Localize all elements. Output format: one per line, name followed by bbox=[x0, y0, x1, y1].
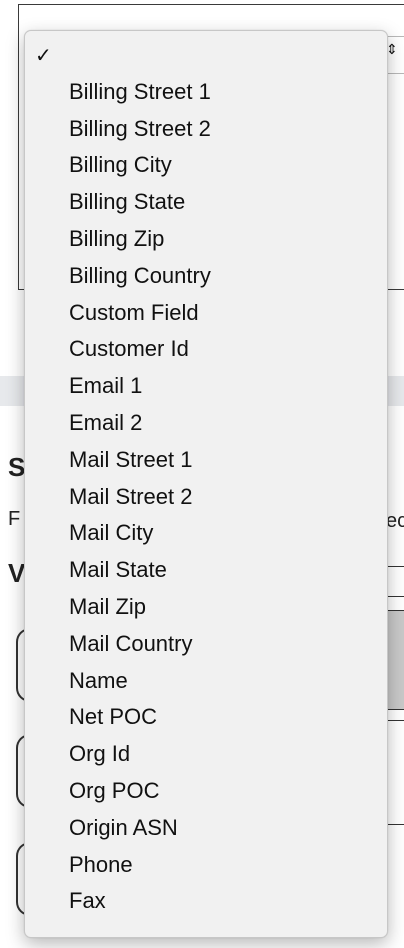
menu-item-label: Billing City bbox=[69, 152, 172, 178]
menu-item-billing-city[interactable]: Billing City bbox=[25, 147, 387, 184]
text-fragment: F bbox=[8, 508, 21, 530]
field-dropdown-menu: ✓ Billing Street 1 Billing Street 2 Bill… bbox=[24, 30, 388, 938]
menu-item-label: Mail Country bbox=[69, 630, 193, 656]
menu-item-custom-field[interactable]: Custom Field bbox=[25, 295, 387, 332]
menu-item-label: Billing Zip bbox=[69, 225, 165, 251]
menu-item-label: Billing Street 2 bbox=[69, 115, 211, 141]
menu-item-mail-street-1[interactable]: Mail Street 1 bbox=[25, 442, 387, 479]
menu-item-email-1[interactable]: Email 1 bbox=[25, 368, 387, 405]
menu-item-label: Org POC bbox=[69, 777, 160, 803]
menu-item-mail-zip[interactable]: Mail Zip bbox=[25, 589, 387, 626]
menu-item-name[interactable]: Name bbox=[25, 663, 387, 700]
menu-item-label: Billing State bbox=[69, 189, 186, 215]
menu-item-phone[interactable]: Phone bbox=[25, 847, 387, 884]
menu-item-net-poc[interactable]: Net POC bbox=[25, 699, 387, 736]
menu-item-label: Mail City bbox=[69, 520, 154, 546]
menu-item-org-id[interactable]: Org Id bbox=[25, 736, 387, 773]
menu-item-label: Mail Zip bbox=[69, 593, 147, 619]
menu-item-label: Mail State bbox=[69, 557, 167, 583]
menu-item-fax[interactable]: Fax bbox=[25, 883, 387, 920]
heading-fragment: V bbox=[8, 558, 26, 588]
menu-item-email-2[interactable]: Email 2 bbox=[25, 405, 387, 442]
menu-item-org-poc[interactable]: Org POC bbox=[25, 773, 387, 810]
menu-item-label: Billing Street 1 bbox=[69, 78, 211, 104]
menu-item-origin-asn[interactable]: Origin ASN bbox=[25, 810, 387, 847]
menu-item-billing-country[interactable]: Billing Country bbox=[25, 258, 387, 295]
menu-item-label: Email 2 bbox=[69, 409, 143, 435]
menu-item-label: Name bbox=[69, 667, 128, 693]
menu-item-billing-street-1[interactable]: Billing Street 1 bbox=[25, 74, 387, 111]
menu-item-label: Custom Field bbox=[69, 299, 199, 325]
menu-item-label: Net POC bbox=[69, 704, 158, 730]
menu-item-label: Phone bbox=[69, 851, 133, 877]
menu-item-blank[interactable]: ✓ bbox=[25, 37, 387, 74]
page: ⇕ S F V ec ✓ Billing Street 1 Billing St… bbox=[0, 0, 404, 948]
menu-item-customer-id[interactable]: Customer Id bbox=[25, 331, 387, 368]
menu-item-label: Customer Id bbox=[69, 336, 189, 362]
dropdown-options-list: ✓ Billing Street 1 Billing Street 2 Bill… bbox=[25, 37, 387, 920]
menu-item-label: Mail Street 1 bbox=[69, 446, 193, 472]
menu-item-mail-city[interactable]: Mail City bbox=[25, 515, 387, 552]
menu-item-mail-country[interactable]: Mail Country bbox=[25, 626, 387, 663]
text-fragment-right: ec bbox=[386, 510, 404, 532]
menu-item-label: Org Id bbox=[69, 741, 131, 767]
menu-item-billing-street-2[interactable]: Billing Street 2 bbox=[25, 111, 387, 148]
section-heading-fragment: S bbox=[8, 452, 26, 482]
menu-item-label: Mail Street 2 bbox=[69, 483, 193, 509]
menu-item-label: Billing Country bbox=[69, 262, 211, 288]
menu-item-label: Email 1 bbox=[69, 373, 143, 399]
menu-item-billing-zip[interactable]: Billing Zip bbox=[25, 221, 387, 258]
menu-item-billing-state[interactable]: Billing State bbox=[25, 184, 387, 221]
menu-item-label: Origin ASN bbox=[69, 814, 178, 840]
menu-item-mail-street-2[interactable]: Mail Street 2 bbox=[25, 479, 387, 516]
menu-item-label: Fax bbox=[69, 888, 106, 914]
checkmark-icon: ✓ bbox=[35, 43, 52, 67]
menu-item-mail-state[interactable]: Mail State bbox=[25, 552, 387, 589]
